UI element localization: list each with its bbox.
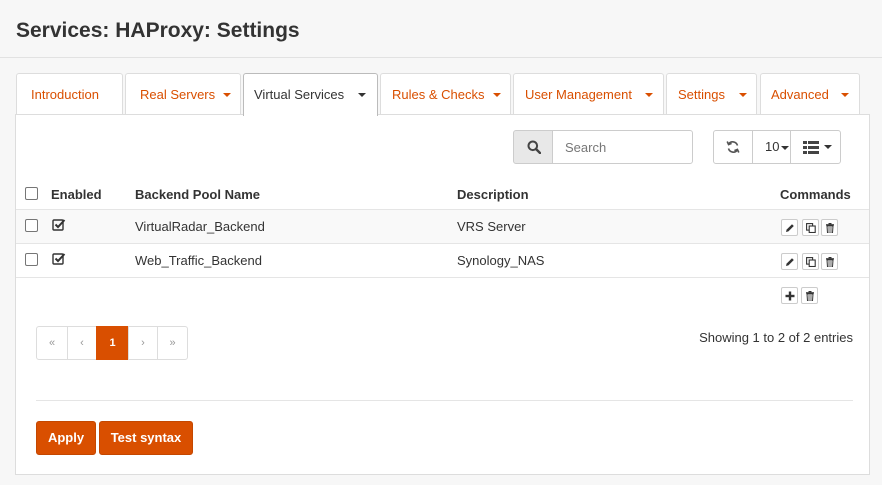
trash-icon [826,257,834,267]
row-name: Web_Traffic_Backend [135,253,262,268]
chevron-down-icon [358,93,366,97]
tab-virtual-services[interactable]: Virtual Services [243,73,378,116]
tab-label: Introduction [31,87,99,102]
copy-icon [806,223,816,233]
refresh-icon [726,141,740,153]
pagination-prev[interactable]: ‹ [67,326,97,360]
clone-button[interactable] [802,253,819,270]
columns-list-icon [803,141,819,154]
pagination-next[interactable]: › [128,326,158,360]
page-header: Services: HAProxy: Settings [0,0,882,58]
delete-selected-button[interactable] [801,287,818,304]
tab-introduction[interactable]: Introduction [16,73,123,115]
trash-icon [826,223,834,233]
chevron-down-icon [739,93,747,97]
copy-icon [806,257,816,267]
tab-label: User Management [525,87,632,102]
pagination-page-1[interactable]: 1 [96,326,129,360]
tab-user-management[interactable]: User Management [513,73,664,115]
tab-settings[interactable]: Settings [666,73,757,115]
divider [36,400,853,401]
pagination-last[interactable]: » [157,326,188,360]
chevron-down-icon [841,93,849,97]
edit-button[interactable] [781,219,798,236]
edit-button[interactable] [781,253,798,270]
search-icon [527,140,541,154]
chevron-down-icon [493,93,501,97]
page-title: Services: HAProxy: Settings [16,19,300,42]
trash-icon [806,291,814,301]
pencil-icon [786,258,794,266]
columns-dropdown[interactable] [790,130,841,164]
tab-label: Real Servers [140,87,216,102]
tab-label: Settings [678,87,725,102]
search-input[interactable] [552,130,693,164]
table-row[interactable]: Web_Traffic_Backend Synology_NAS [16,244,869,277]
plus-icon [785,291,795,301]
row-name: VirtualRadar_Backend [135,219,265,234]
pencil-icon [786,224,794,232]
column-header-enabled[interactable]: Enabled [51,187,102,202]
table-row[interactable]: VirtualRadar_Backend VRS Server [16,210,869,243]
check-square-icon [52,219,66,231]
chevron-down-icon [781,145,790,150]
chevron-down-icon [645,93,653,97]
delete-button[interactable] [821,219,838,236]
row-description: VRS Server [457,219,526,234]
tab-label: Advanced [771,87,829,102]
row-select-checkbox[interactable] [25,219,38,232]
tab-advanced[interactable]: Advanced [760,73,860,115]
chevron-down-icon [824,145,832,149]
row-select-checkbox[interactable] [25,253,38,266]
search-button[interactable] [513,130,553,164]
entries-info: Showing 1 to 2 of 2 entries [699,330,853,345]
delete-button[interactable] [821,253,838,270]
add-button[interactable] [781,287,798,304]
page-size-value: 10 [765,139,780,154]
pagination-first[interactable]: « [36,326,68,360]
chevron-down-icon [223,93,231,97]
clone-button[interactable] [802,219,819,236]
test-syntax-button[interactable]: Test syntax [99,421,193,455]
row-description: Synology_NAS [457,253,545,268]
select-all-checkbox[interactable] [25,187,38,200]
column-header-backend-pool-name[interactable]: Backend Pool Name [135,187,260,202]
column-header-description[interactable]: Description [457,187,529,202]
apply-button[interactable]: Apply [36,421,96,455]
page-size-dropdown[interactable]: 10 [752,130,791,164]
tab-label: Virtual Services [254,87,345,102]
check-square-icon [52,253,66,265]
tab-label: Rules & Checks [392,87,485,102]
refresh-button[interactable] [713,130,753,164]
tab-real-servers[interactable]: Real Servers [125,73,241,115]
column-header-commands: Commands [780,187,851,202]
tab-rules-checks[interactable]: Rules & Checks [380,73,511,115]
virtual-services-panel: 10 Enabled Backend Pool Name Description… [15,114,870,475]
divider [16,277,869,278]
